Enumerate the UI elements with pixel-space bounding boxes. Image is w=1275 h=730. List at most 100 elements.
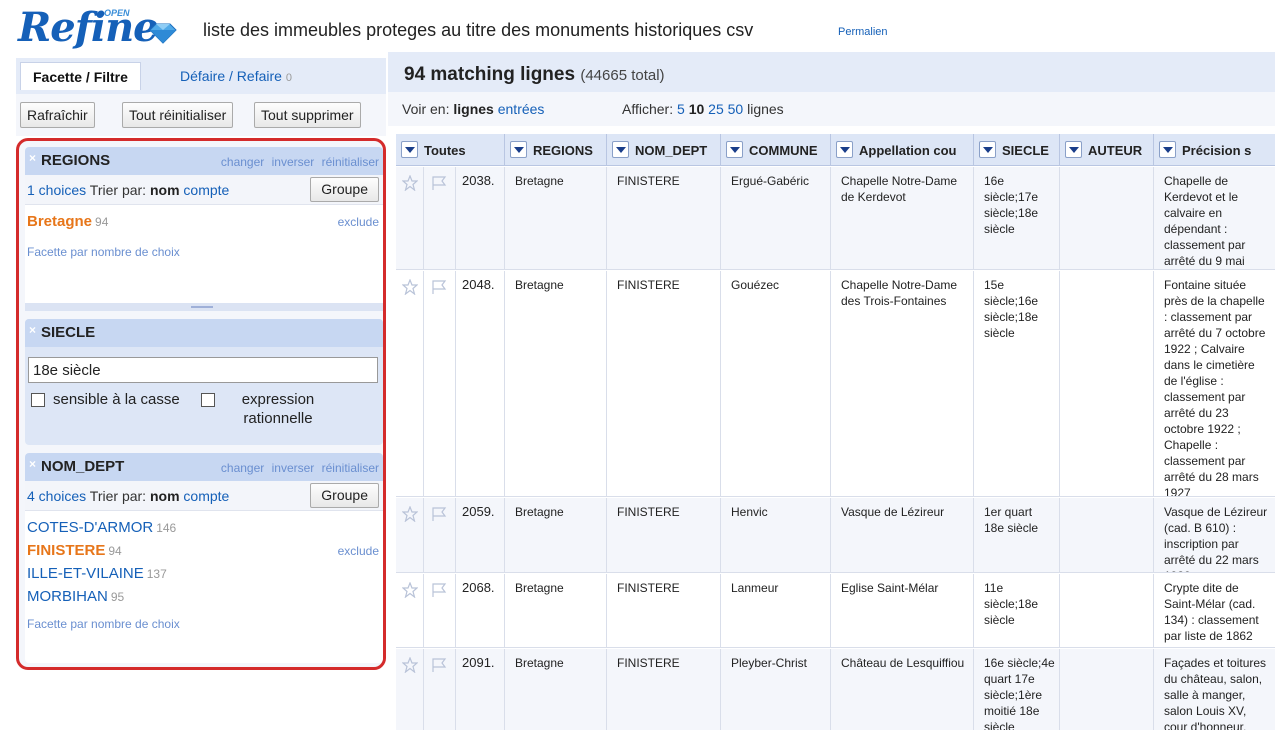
cell-precision[interactable]: Façades et toitures du château, salon, s… xyxy=(1154,649,1275,730)
choices-count[interactable]: 4 choices xyxy=(27,488,86,504)
cell-auteur[interactable] xyxy=(1060,574,1154,647)
cell-siecle[interactable]: 11e siècle;18e siècle xyxy=(974,574,1060,647)
column-header-commune[interactable]: COMMUNE xyxy=(721,134,831,166)
tab-undo-redo[interactable]: Défaire / Refaire 0 xyxy=(168,62,304,90)
cell-siecle[interactable]: 1er quart 18e siècle xyxy=(974,498,1060,572)
flag-icon[interactable] xyxy=(430,582,448,598)
openrefine-logo[interactable]: Refine OPEN xyxy=(18,6,188,50)
star-cell[interactable] xyxy=(396,498,424,572)
exclude-link[interactable]: exclude xyxy=(338,215,379,229)
cell-regions[interactable]: Bretagne xyxy=(505,271,607,496)
cell-appellation[interactable]: Chapelle Notre-Dame des Trois-Fontaines xyxy=(831,271,974,496)
cell-commune[interactable]: Henvic xyxy=(721,498,831,572)
close-icon[interactable]: × xyxy=(29,323,36,337)
page-size-5[interactable]: 5 xyxy=(677,101,685,117)
flag-cell[interactable] xyxy=(424,649,456,730)
cell-precision[interactable]: Chapelle de Kerdevot et le calvaire en d… xyxy=(1154,167,1275,269)
cell-regions[interactable]: Bretagne xyxy=(505,167,607,269)
cell-precision[interactable]: Crypte dite de Saint-Mélar (cad. 134) : … xyxy=(1154,574,1275,647)
star-cell[interactable] xyxy=(396,271,424,496)
view-rows-option[interactable]: lignes xyxy=(453,101,493,117)
column-header-nom-dept[interactable]: NOM_DEPT xyxy=(607,134,721,166)
cell-nom-dept[interactable]: FINISTERE xyxy=(607,649,721,730)
star-icon[interactable] xyxy=(402,582,418,598)
facet-choice[interactable]: Bretagne 94 xyxy=(27,213,108,230)
cell-precision[interactable]: Fontaine située près de la chapelle : cl… xyxy=(1154,271,1275,496)
star-icon[interactable] xyxy=(402,657,418,673)
flag-icon[interactable] xyxy=(430,279,448,295)
star-cell[interactable] xyxy=(396,574,424,647)
cluster-button[interactable]: Groupe xyxy=(310,483,379,508)
chevron-down-icon[interactable] xyxy=(836,141,853,158)
refresh-button[interactable]: Rafraîchir xyxy=(20,102,95,128)
column-header-auteur[interactable]: AUTEUR xyxy=(1060,134,1154,166)
column-header-all[interactable]: Toutes xyxy=(396,134,505,166)
cell-regions[interactable]: Bretagne xyxy=(505,574,607,647)
cell-appellation[interactable]: Château de Lesquiffiou xyxy=(831,649,974,730)
cell-precision[interactable]: Vasque de Lézireur (cad. B 610) : inscri… xyxy=(1154,498,1275,572)
cell-auteur[interactable] xyxy=(1060,649,1154,730)
flag-cell[interactable] xyxy=(424,574,456,647)
facet-reset-link[interactable]: réinitialiser xyxy=(322,461,379,475)
page-size-50[interactable]: 50 xyxy=(728,101,744,117)
flag-icon[interactable] xyxy=(430,657,448,673)
cell-siecle[interactable]: 15e siècle;16e siècle;18e siècle xyxy=(974,271,1060,496)
star-icon[interactable] xyxy=(402,175,418,191)
cell-siecle[interactable]: 16e siècle;17e siècle;18e siècle xyxy=(974,167,1060,269)
facet-invert-link[interactable]: inverser xyxy=(272,155,315,169)
siecle-text-filter-input[interactable] xyxy=(28,357,378,383)
facet-reset-link[interactable]: réinitialiser xyxy=(322,155,379,169)
flag-cell[interactable] xyxy=(424,498,456,572)
cell-appellation[interactable]: Chapelle Notre-Dame de Kerdevot xyxy=(831,167,974,269)
close-icon[interactable]: × xyxy=(29,151,36,165)
cell-commune[interactable]: Ergué-Gabéric xyxy=(721,167,831,269)
project-title[interactable]: liste des immeubles proteges au titre de… xyxy=(203,20,753,41)
chevron-down-icon[interactable] xyxy=(510,141,527,158)
column-header-precision[interactable]: Précision s xyxy=(1154,134,1275,166)
case-sensitive-checkbox[interactable] xyxy=(31,393,45,407)
facet-choice[interactable]: ILLE-ET-VILAINE 137 xyxy=(27,565,167,582)
column-header-siecle[interactable]: SIECLE xyxy=(974,134,1060,166)
cell-nom-dept[interactable]: FINISTERE xyxy=(607,498,721,572)
chevron-down-icon[interactable] xyxy=(401,141,418,158)
column-header-regions[interactable]: REGIONS xyxy=(505,134,607,166)
flag-icon[interactable] xyxy=(430,506,448,522)
cell-auteur[interactable] xyxy=(1060,498,1154,572)
star-icon[interactable] xyxy=(402,506,418,522)
facet-change-link[interactable]: changer xyxy=(221,155,264,169)
permalink-link[interactable]: Permalien xyxy=(838,26,888,38)
facet-choice[interactable]: COTES-D'ARMOR 146 xyxy=(27,519,176,536)
chevron-down-icon[interactable] xyxy=(1159,141,1176,158)
close-icon[interactable]: × xyxy=(29,457,36,471)
flag-cell[interactable] xyxy=(424,271,456,496)
column-header-appellation[interactable]: Appellation cou xyxy=(831,134,974,166)
regex-checkbox[interactable] xyxy=(201,393,215,407)
sort-by-count-link[interactable]: compte xyxy=(183,488,229,504)
sort-by-count-link[interactable]: compte xyxy=(183,182,229,198)
exclude-link[interactable]: exclude xyxy=(338,544,379,558)
facet-by-choice-count-link[interactable]: Facette par nombre de choix xyxy=(27,617,180,631)
cell-appellation[interactable]: Eglise Saint-Mélar xyxy=(831,574,974,647)
cell-commune[interactable]: Pleyber-Christ xyxy=(721,649,831,730)
facet-choice[interactable]: FINISTERE 94 xyxy=(27,542,122,559)
view-records-link[interactable]: entrées xyxy=(498,101,545,117)
star-cell[interactable] xyxy=(396,649,424,730)
facet-invert-link[interactable]: inverser xyxy=(272,461,315,475)
cell-siecle[interactable]: 16e siècle;4e quart 17e siècle;1ère moit… xyxy=(974,649,1060,730)
cell-regions[interactable]: Bretagne xyxy=(505,498,607,572)
chevron-down-icon[interactable] xyxy=(612,141,629,158)
chevron-down-icon[interactable] xyxy=(979,141,996,158)
facet-choice[interactable]: MORBIHAN 95 xyxy=(27,588,124,605)
facet-resize-handle[interactable] xyxy=(25,303,383,311)
facet-by-choice-count-link[interactable]: Facette par nombre de choix xyxy=(27,245,180,259)
chevron-down-icon[interactable] xyxy=(726,141,743,158)
star-cell[interactable] xyxy=(396,167,424,269)
flag-cell[interactable] xyxy=(424,167,456,269)
chevron-down-icon[interactable] xyxy=(1065,141,1082,158)
cell-auteur[interactable] xyxy=(1060,271,1154,496)
cell-commune[interactable]: Lanmeur xyxy=(721,574,831,647)
star-icon[interactable] xyxy=(402,279,418,295)
facet-change-link[interactable]: changer xyxy=(221,461,264,475)
cell-auteur[interactable] xyxy=(1060,167,1154,269)
flag-icon[interactable] xyxy=(430,175,448,191)
